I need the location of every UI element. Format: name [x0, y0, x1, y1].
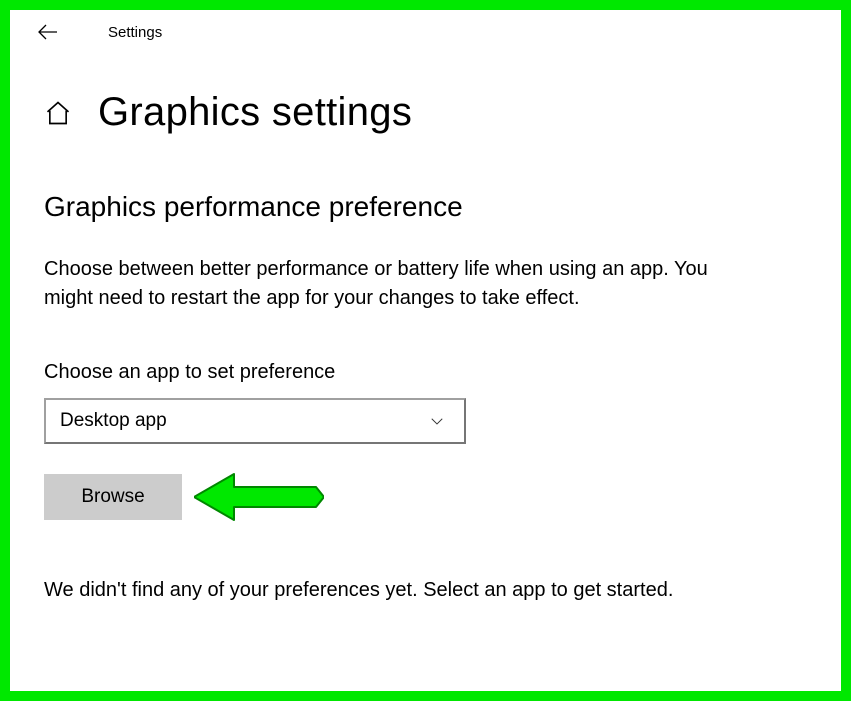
- section-heading: Graphics performance preference: [44, 191, 817, 223]
- page-title: Graphics settings: [98, 90, 412, 135]
- dropdown-label: Choose an app to set preference: [44, 361, 817, 384]
- home-icon[interactable]: [44, 99, 72, 127]
- header-title: Settings: [108, 24, 162, 41]
- back-icon[interactable]: [34, 18, 62, 46]
- empty-state-text: We didn't find any of your preferences y…: [44, 576, 724, 605]
- header-bar: Settings: [10, 10, 841, 54]
- content-area: Graphics settings Graphics performance p…: [10, 54, 841, 605]
- title-row: Graphics settings: [44, 90, 817, 135]
- chevron-down-icon: [428, 412, 446, 430]
- annotation-arrow-icon: [194, 470, 324, 524]
- window-frame: Settings Graphics settings Graphics perf…: [0, 0, 851, 701]
- browse-button[interactable]: Browse: [44, 474, 182, 520]
- section-description: Choose between better performance or bat…: [44, 255, 724, 313]
- dropdown-value: Desktop app: [60, 410, 167, 432]
- browse-row: Browse: [44, 470, 817, 524]
- app-type-dropdown[interactable]: Desktop app: [44, 398, 466, 444]
